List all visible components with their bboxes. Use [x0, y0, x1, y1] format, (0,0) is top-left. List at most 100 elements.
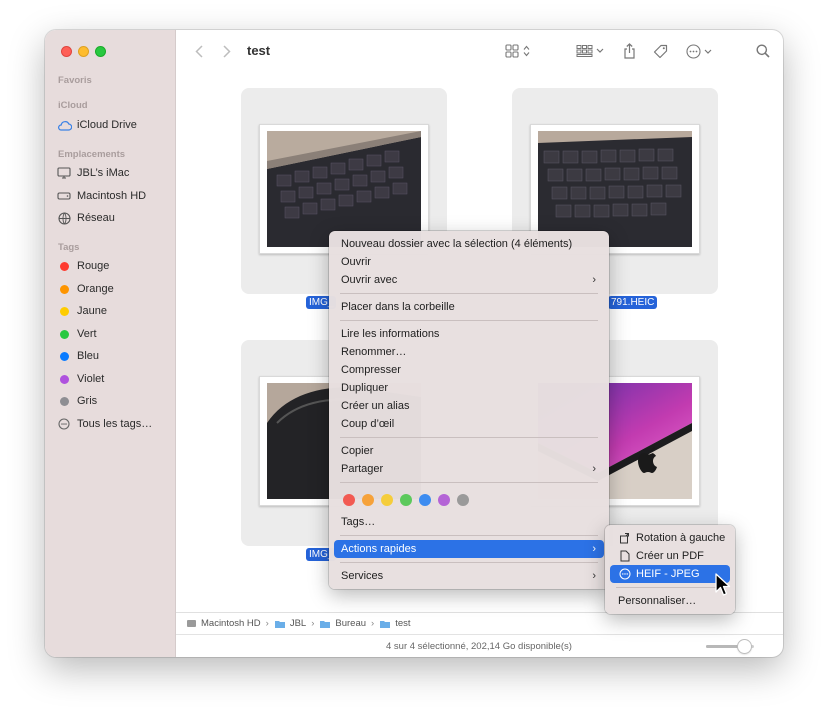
sidebar-item-all-tags[interactable]: Tous les tags…: [56, 414, 172, 434]
sidebar-item-label: Réseau: [77, 212, 115, 224]
submenu-item-create-pdf[interactable]: Créer un PDF: [610, 547, 730, 565]
chevron-right-icon: ›: [592, 463, 596, 475]
menu-item-copy[interactable]: Copier: [334, 442, 604, 460]
menu-item-label: Ouvrir: [341, 256, 371, 268]
tag-color-orange[interactable]: [362, 494, 374, 506]
sidebar-section-tags: Tags: [58, 242, 80, 253]
ellipsis-circle-icon: [686, 43, 712, 59]
menu-item-duplicate[interactable]: Dupliquer: [334, 379, 604, 397]
menu-item-label: Tags…: [341, 516, 376, 528]
menu-item-label: HEIF - JPEG: [636, 568, 700, 580]
menu-item-quick-look[interactable]: Coup d’œil: [334, 415, 604, 433]
back-button[interactable]: [190, 42, 208, 60]
chevron-right-icon: [223, 44, 231, 58]
tag-color-blue[interactable]: [419, 494, 431, 506]
rotate-left-icon: [618, 532, 632, 544]
tag-color-yellow[interactable]: [381, 494, 393, 506]
imac-icon: [56, 165, 72, 181]
sidebar-item-label: Jaune: [77, 305, 107, 317]
tag-color-dot: [59, 284, 69, 294]
menu-item-label: Renommer…: [341, 346, 407, 358]
menu-item-services[interactable]: Services ›: [334, 567, 604, 585]
sidebar-tag-vert[interactable]: Vert: [56, 324, 172, 344]
submenu-item-customize[interactable]: Personnaliser…: [610, 592, 730, 610]
tag-icon: [653, 44, 667, 58]
minimize-window-button[interactable]: [78, 46, 89, 57]
chevron-right-icon: ›: [265, 618, 269, 629]
path-segment[interactable]: Bureau: [319, 618, 366, 629]
menu-item-compress[interactable]: Compresser: [334, 361, 604, 379]
chevron-right-icon: ›: [592, 543, 596, 555]
path-segment[interactable]: Macintosh HD: [186, 618, 261, 629]
tag-button[interactable]: [651, 41, 669, 61]
tag-color-purple[interactable]: [438, 494, 450, 506]
sidebar-tag-violet[interactable]: Violet: [56, 369, 172, 389]
submenu-item-heif-jpeg[interactable]: HEIF - JPEG: [610, 565, 730, 583]
sidebar-item-label: Orange: [77, 283, 114, 295]
close-window-button[interactable]: [61, 46, 72, 57]
share-button[interactable]: [620, 41, 638, 61]
search-button[interactable]: [753, 41, 773, 61]
menu-item-label: Dupliquer: [341, 382, 389, 394]
menu-item-rename[interactable]: Renommer…: [334, 343, 604, 361]
menu-item-open-with[interactable]: Ouvrir avec ›: [334, 271, 604, 289]
chevron-left-icon: [195, 44, 203, 58]
tag-color-gray[interactable]: [457, 494, 469, 506]
sidebar-tag-orange[interactable]: Orange: [56, 279, 172, 299]
sidebar-item-label: JBL’s iMac: [77, 167, 130, 179]
sidebar-item-icloud-drive[interactable]: iCloud Drive: [56, 115, 172, 135]
submenu-item-rotate-left[interactable]: Rotation à gauche: [610, 529, 730, 547]
file-name-label[interactable]: 791.HEIC: [608, 296, 658, 309]
menu-item-label: Ouvrir avec: [341, 274, 398, 286]
sidebar-item-label: Gris: [77, 395, 98, 407]
group-button[interactable]: [575, 41, 607, 61]
menu-item-move-to-trash[interactable]: Placer dans la corbeille: [334, 298, 604, 316]
sidebar-tag-jaune[interactable]: Jaune: [56, 301, 172, 321]
menu-separator: [340, 320, 598, 321]
menu-item-share[interactable]: Partager ›: [334, 460, 604, 478]
menu-item-new-folder-with-selection[interactable]: Nouveau dossier avec la sélection (4 élé…: [334, 235, 604, 253]
menu-item-make-alias[interactable]: Créer un alias: [334, 397, 604, 415]
slider-knob[interactable]: [738, 640, 751, 653]
sidebar-item-macintosh-hd[interactable]: Macintosh HD: [56, 186, 172, 206]
path-segment-label: JBL: [289, 618, 307, 629]
menu-separator: [340, 482, 598, 483]
path-segment[interactable]: JBL: [274, 618, 306, 629]
forward-button[interactable]: [218, 42, 236, 60]
sidebar-tag-rouge[interactable]: Rouge: [56, 256, 172, 276]
mouse-pointer-icon: [715, 573, 731, 596]
menu-item-label: Partager: [341, 463, 384, 475]
chevron-right-icon: ›: [592, 274, 596, 286]
view-mode-button[interactable]: [503, 41, 535, 61]
menu-separator: [340, 535, 598, 536]
sidebar-item-imac[interactable]: JBL’s iMac: [56, 163, 172, 183]
menu-item-quick-actions[interactable]: Actions rapides ›: [334, 540, 604, 558]
chevron-right-icon: ›: [592, 570, 596, 582]
folder-icon: [274, 620, 285, 628]
more-actions-button[interactable]: [684, 41, 716, 61]
disk-icon: [187, 620, 196, 627]
zoom-window-button[interactable]: [95, 46, 106, 57]
tag-color-green[interactable]: [400, 494, 412, 506]
tag-color-dot: [59, 261, 69, 271]
sidebar-item-reseau[interactable]: Réseau: [56, 208, 172, 228]
menu-item-tags[interactable]: Tags…: [334, 513, 604, 531]
menu-item-label: Créer un PDF: [636, 550, 704, 562]
cloud-icon: [56, 117, 72, 133]
icon-size-slider[interactable]: [706, 640, 754, 653]
sidebar-tag-bleu[interactable]: Bleu: [56, 346, 172, 366]
menu-item-get-info[interactable]: Lire les informations: [334, 325, 604, 343]
sidebar-section-favoris: Favoris: [58, 75, 92, 86]
folder-icon: [320, 620, 331, 628]
menu-item-label: Créer un alias: [341, 400, 410, 412]
network-icon: [56, 210, 72, 226]
menu-separator: [340, 437, 598, 438]
menu-item-open[interactable]: Ouvrir: [334, 253, 604, 271]
menu-item-label: Copier: [341, 445, 374, 457]
tag-color-red[interactable]: [343, 494, 355, 506]
path-segment-label: Macintosh HD: [201, 618, 261, 629]
grid-view-icon: [505, 44, 530, 58]
sidebar-tag-gris[interactable]: Gris: [56, 391, 172, 411]
path-segment[interactable]: test: [379, 618, 411, 629]
menu-item-label: Compresser: [341, 364, 401, 376]
